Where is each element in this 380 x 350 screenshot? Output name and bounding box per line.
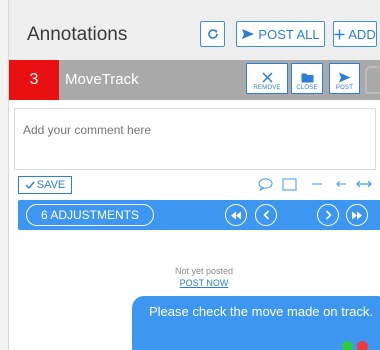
lock-icon	[365, 66, 380, 94]
line-icon	[312, 183, 322, 185]
previous-adjustment-button[interactable]	[255, 204, 277, 226]
track-name: MoveTrack	[65, 71, 139, 88]
next-adjustment-button[interactable]	[317, 204, 339, 226]
rectangle-tool[interactable]	[280, 176, 298, 192]
speech-bubble-icon	[258, 177, 272, 191]
close-icon	[261, 72, 273, 83]
arrow-left-icon	[336, 181, 346, 187]
track-bar: 3 MoveTrack REMOVE CLOSE POST	[9, 60, 380, 100]
message-text: Please check the move made on track.	[149, 304, 374, 319]
post-all-label: POST ALL	[258, 26, 320, 42]
check-icon	[25, 181, 35, 189]
post-button[interactable]: POST	[329, 63, 360, 94]
last-adjustment-button[interactable]	[346, 204, 368, 226]
remove-button[interactable]: REMOVE	[246, 63, 288, 94]
panel-title: Annotations	[27, 24, 128, 45]
chevron-left-icon	[262, 210, 269, 220]
double-arrow-tool[interactable]	[353, 176, 375, 192]
line-tool[interactable]	[309, 176, 325, 192]
first-adjustment-button[interactable]	[225, 204, 247, 226]
fast-rewind-icon	[231, 211, 241, 219]
rectangle-icon	[282, 178, 296, 190]
close-label: CLOSE	[296, 85, 318, 91]
fast-forward-icon	[352, 211, 362, 219]
plus-icon	[334, 29, 345, 39]
reject-icon[interactable]	[357, 341, 368, 350]
folder-icon	[301, 73, 313, 83]
post-all-button[interactable]: POST ALL	[236, 21, 325, 47]
double-arrow-icon	[356, 180, 372, 188]
add-label: ADD	[348, 26, 376, 42]
save-label: SAVE	[36, 179, 66, 191]
annotations-panel: Annotations POST ALL ADD 3 MoveTrack REM…	[8, 0, 380, 350]
refresh-button[interactable]	[200, 21, 225, 47]
adjustments-button[interactable]: 6 ADJUSTMENTS	[26, 204, 154, 226]
speech-bubble-tool[interactable]	[257, 176, 273, 192]
adjustments-bar: 6 ADJUSTMENTS	[18, 200, 380, 230]
send-icon	[242, 29, 255, 39]
arrow-tool[interactable]	[333, 176, 349, 192]
close-button[interactable]: CLOSE	[291, 63, 323, 94]
track-number: 3	[9, 60, 59, 100]
post-label: POST	[335, 85, 354, 91]
send-icon	[339, 72, 351, 83]
remove-label: REMOVE	[253, 85, 281, 91]
save-button[interactable]: SAVE	[18, 176, 72, 194]
panel-header: Annotations POST ALL ADD	[9, 0, 380, 60]
post-status: Not yet posted	[174, 266, 234, 276]
approve-icon[interactable]	[342, 341, 353, 350]
refresh-icon	[207, 29, 218, 39]
comment-input[interactable]	[14, 108, 376, 170]
post-now-link[interactable]: POST NOW	[154, 278, 254, 288]
add-button[interactable]: ADD	[333, 21, 377, 47]
chevron-right-icon	[325, 210, 332, 220]
